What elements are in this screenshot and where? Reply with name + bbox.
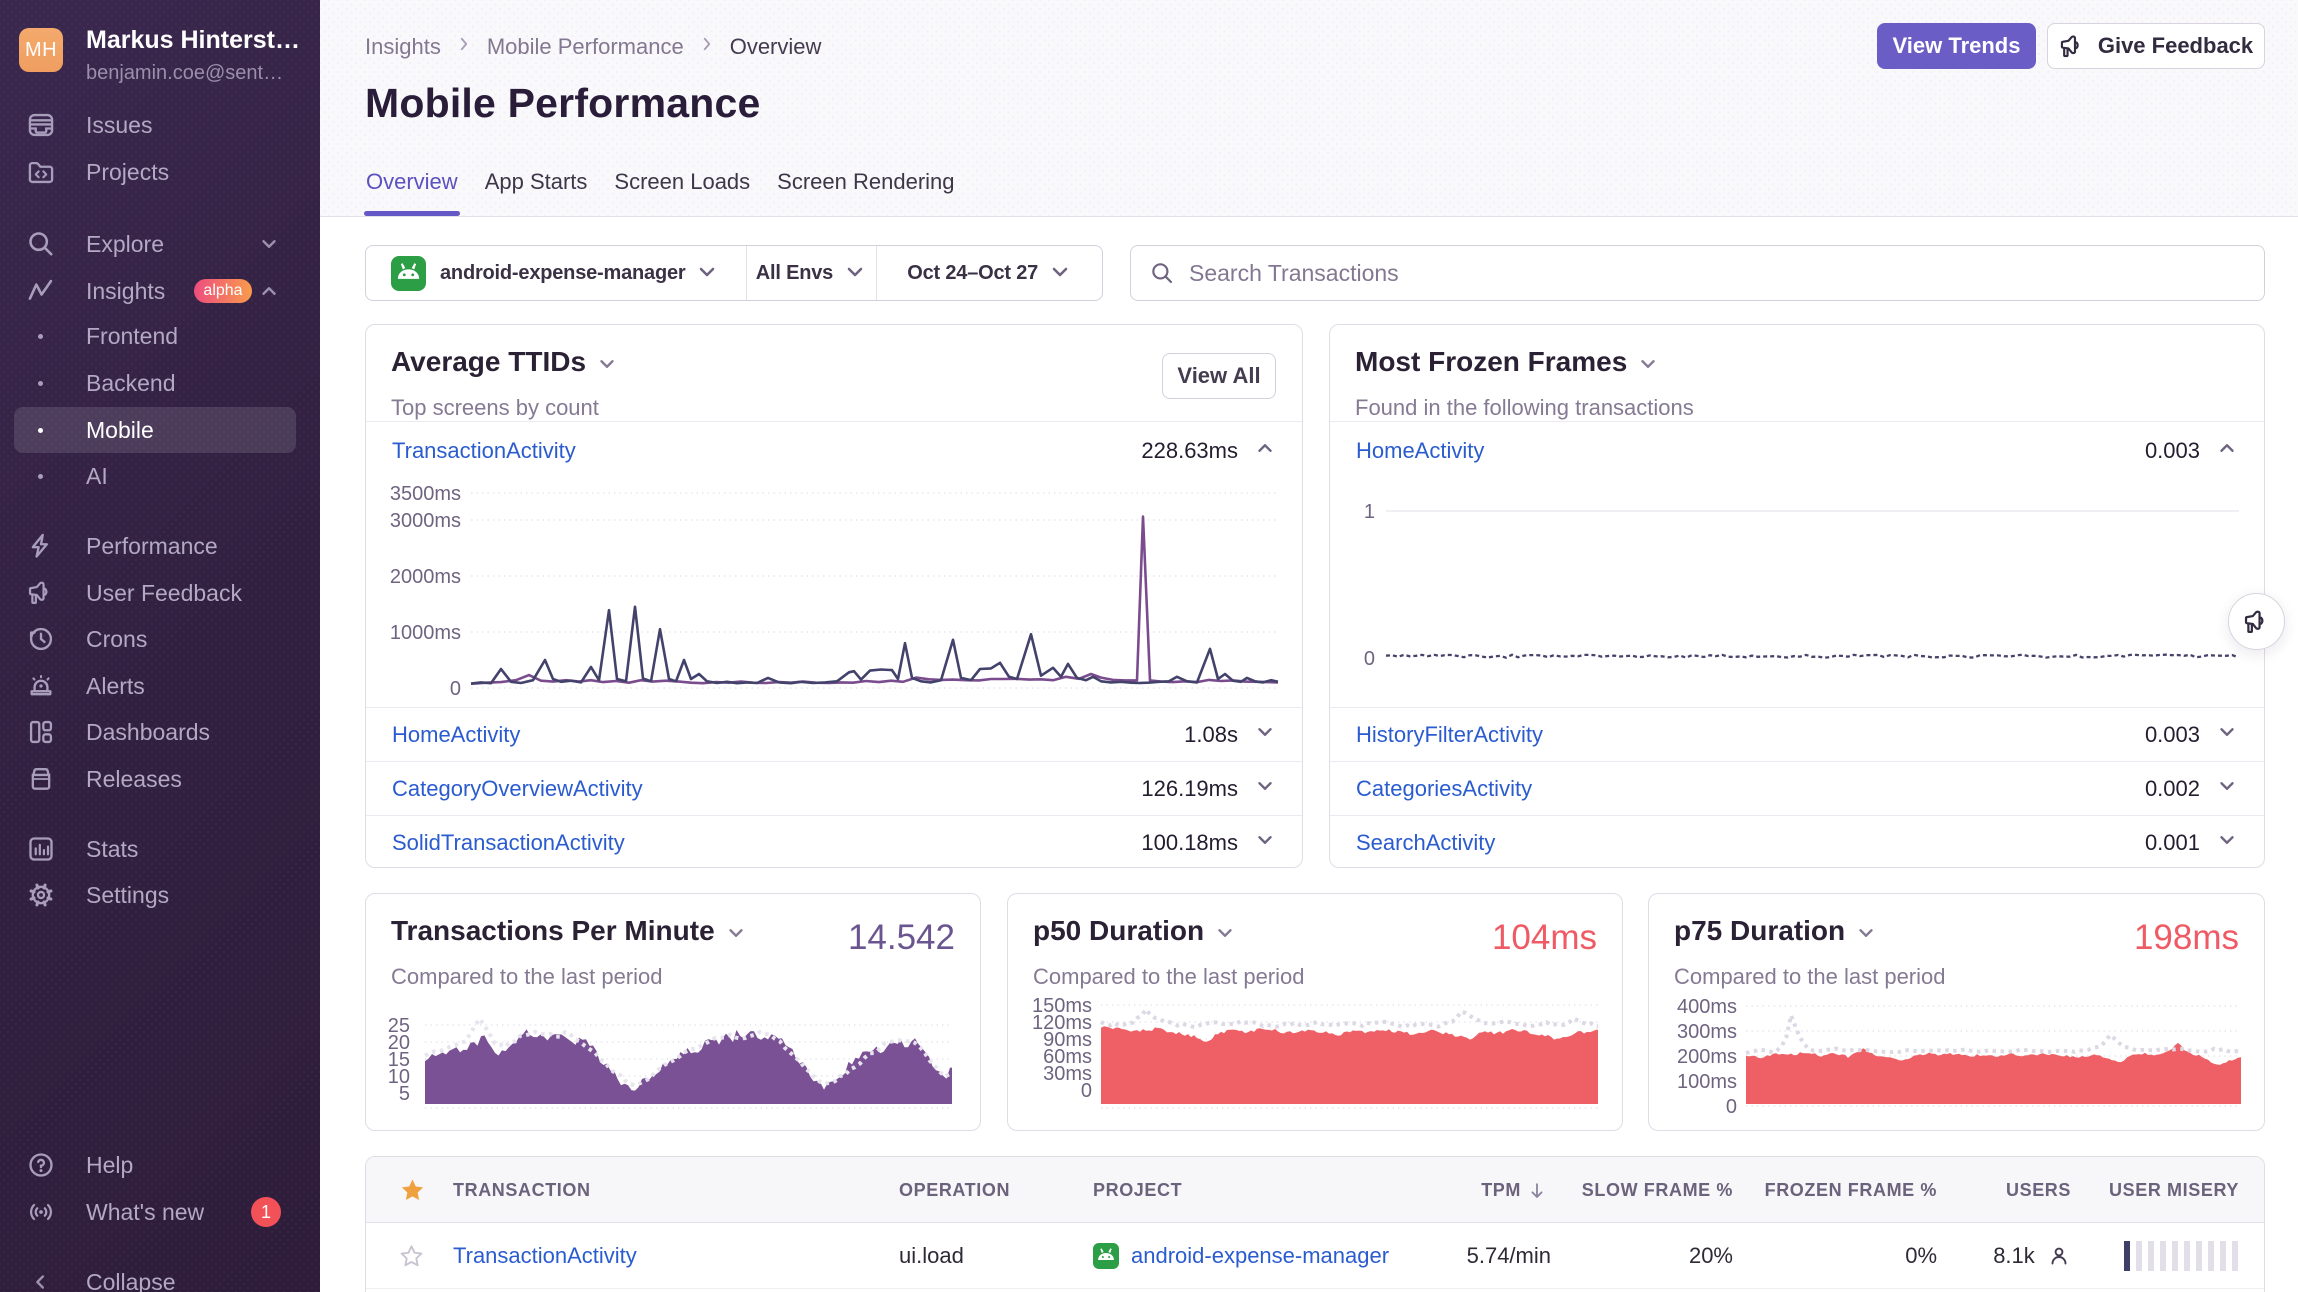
svg-text:200ms: 200ms — [1677, 1046, 1737, 1068]
svg-text:5: 5 — [399, 1083, 410, 1105]
svg-text:0: 0 — [450, 678, 461, 700]
svg-text:0: 0 — [1364, 648, 1375, 670]
svg-text:0: 0 — [1726, 1096, 1737, 1118]
svg-text:1000ms: 1000ms — [390, 622, 461, 644]
svg-text:0: 0 — [1081, 1080, 1092, 1102]
svg-text:1: 1 — [1364, 501, 1375, 523]
svg-text:3000ms: 3000ms — [390, 510, 461, 532]
svg-text:100ms: 100ms — [1677, 1071, 1737, 1093]
svg-text:400ms: 400ms — [1677, 996, 1737, 1018]
svg-text:3500ms: 3500ms — [390, 483, 461, 505]
svg-text:300ms: 300ms — [1677, 1021, 1737, 1043]
svg-text:2000ms: 2000ms — [390, 566, 461, 588]
